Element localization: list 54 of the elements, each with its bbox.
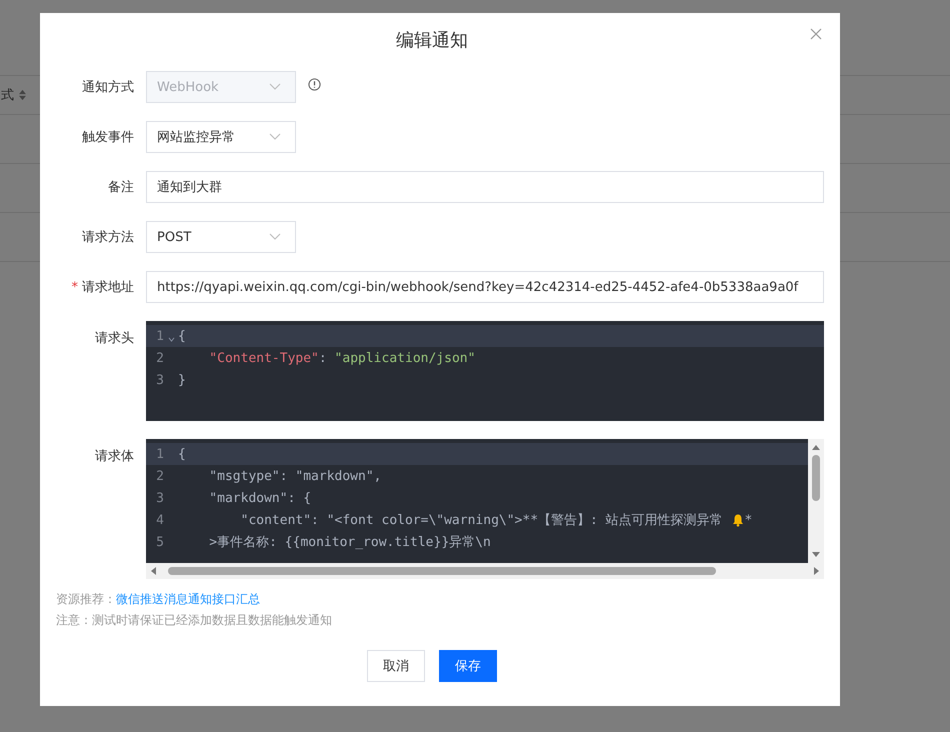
horizontal-scrollbar[interactable]: [146, 563, 824, 579]
line-number: 1: [155, 328, 164, 344]
scroll-left-icon[interactable]: [150, 567, 156, 575]
close-icon[interactable]: [810, 28, 822, 40]
line-number: 2: [155, 468, 164, 484]
code-text: {: [178, 446, 186, 462]
scroll-up-icon[interactable]: [812, 444, 820, 450]
scroll-down-icon[interactable]: [812, 552, 820, 558]
note-text: 资源推荐：: [56, 592, 116, 606]
code-text: "markdown": {: [208, 490, 312, 506]
field-label: 请求体: [95, 449, 134, 464]
code-text: }: [178, 372, 186, 388]
field-label: 请求头: [95, 331, 134, 346]
scrollbar-thumb[interactable]: [812, 455, 820, 501]
input-field[interactable]: 通知到大群: [146, 171, 824, 203]
required-asterisk: *: [72, 280, 78, 295]
code-text: >事件名称: {{monitor_row.title}}异常\n: [208, 534, 491, 551]
line-number: 4: [155, 512, 164, 528]
code-text: "Content-Type": [208, 350, 319, 366]
select-field[interactable]: POST: [146, 221, 296, 253]
dialog-title: 编辑通知: [395, 29, 469, 53]
code-text: "application/json": [334, 350, 476, 366]
code-text: "content": "<font color=\"warning\">**【警告】: 站点可用性探测异常: [240, 512, 724, 529]
save-button[interactable]: 保存: [439, 650, 497, 682]
fold-chevron-icon[interactable]: [168, 336, 174, 342]
bell-icon: [730, 513, 745, 527]
select-field[interactable]: 网站监控异常: [146, 121, 296, 153]
scrollbar-thumb[interactable]: [168, 567, 716, 575]
field-label: 请求地址: [82, 280, 134, 295]
cancel-button[interactable]: 取消: [367, 650, 425, 682]
sort-icon[interactable]: [18, 89, 27, 101]
note-text: 注意：测试时请保证已经添加数据且数据能触发通知: [56, 613, 332, 627]
chevron-down-icon: [269, 83, 281, 91]
field-label: 通知方式: [82, 80, 134, 95]
code-editor[interactable]: 1 { 2 "Content-Type": "application/json" 3 }: [146, 321, 824, 421]
line-number: 5: [155, 534, 164, 550]
line-number: 3: [155, 372, 164, 388]
line-number: 3: [155, 490, 164, 506]
code-editor[interactable]: 1 { 2 "msgtype": "markdown", 3 "markdown": { 4 "content": "<font color=\"warning\">**【警告】: 站点可用性探测异常 * 5 >事件名称: {{monitor_row.title}}异常\n: [146, 439, 808, 563]
chevron-down-icon: [269, 233, 281, 241]
code-text: {: [178, 328, 186, 344]
line-number: 2: [155, 350, 164, 366]
code-text: *: [744, 512, 752, 528]
line-number: 1: [155, 446, 164, 462]
scroll-right-icon[interactable]: [814, 567, 820, 575]
vertical-scrollbar[interactable]: [808, 439, 824, 563]
field-label: 请求方法: [82, 230, 134, 245]
column-header: 式: [1, 87, 14, 104]
input-field[interactable]: https://qyapi.weixin.qq.com/cgi-bin/webhook/send?key=42c42314-ed25-4452-afe4-0b5338aa9a0f: [146, 271, 824, 303]
field-label: 备注: [108, 180, 134, 195]
chevron-down-icon: [269, 133, 281, 141]
field-label: 触发事件: [82, 130, 134, 145]
code-text: "msgtype": "markdown",: [208, 468, 382, 484]
code-text: :: [318, 350, 328, 366]
